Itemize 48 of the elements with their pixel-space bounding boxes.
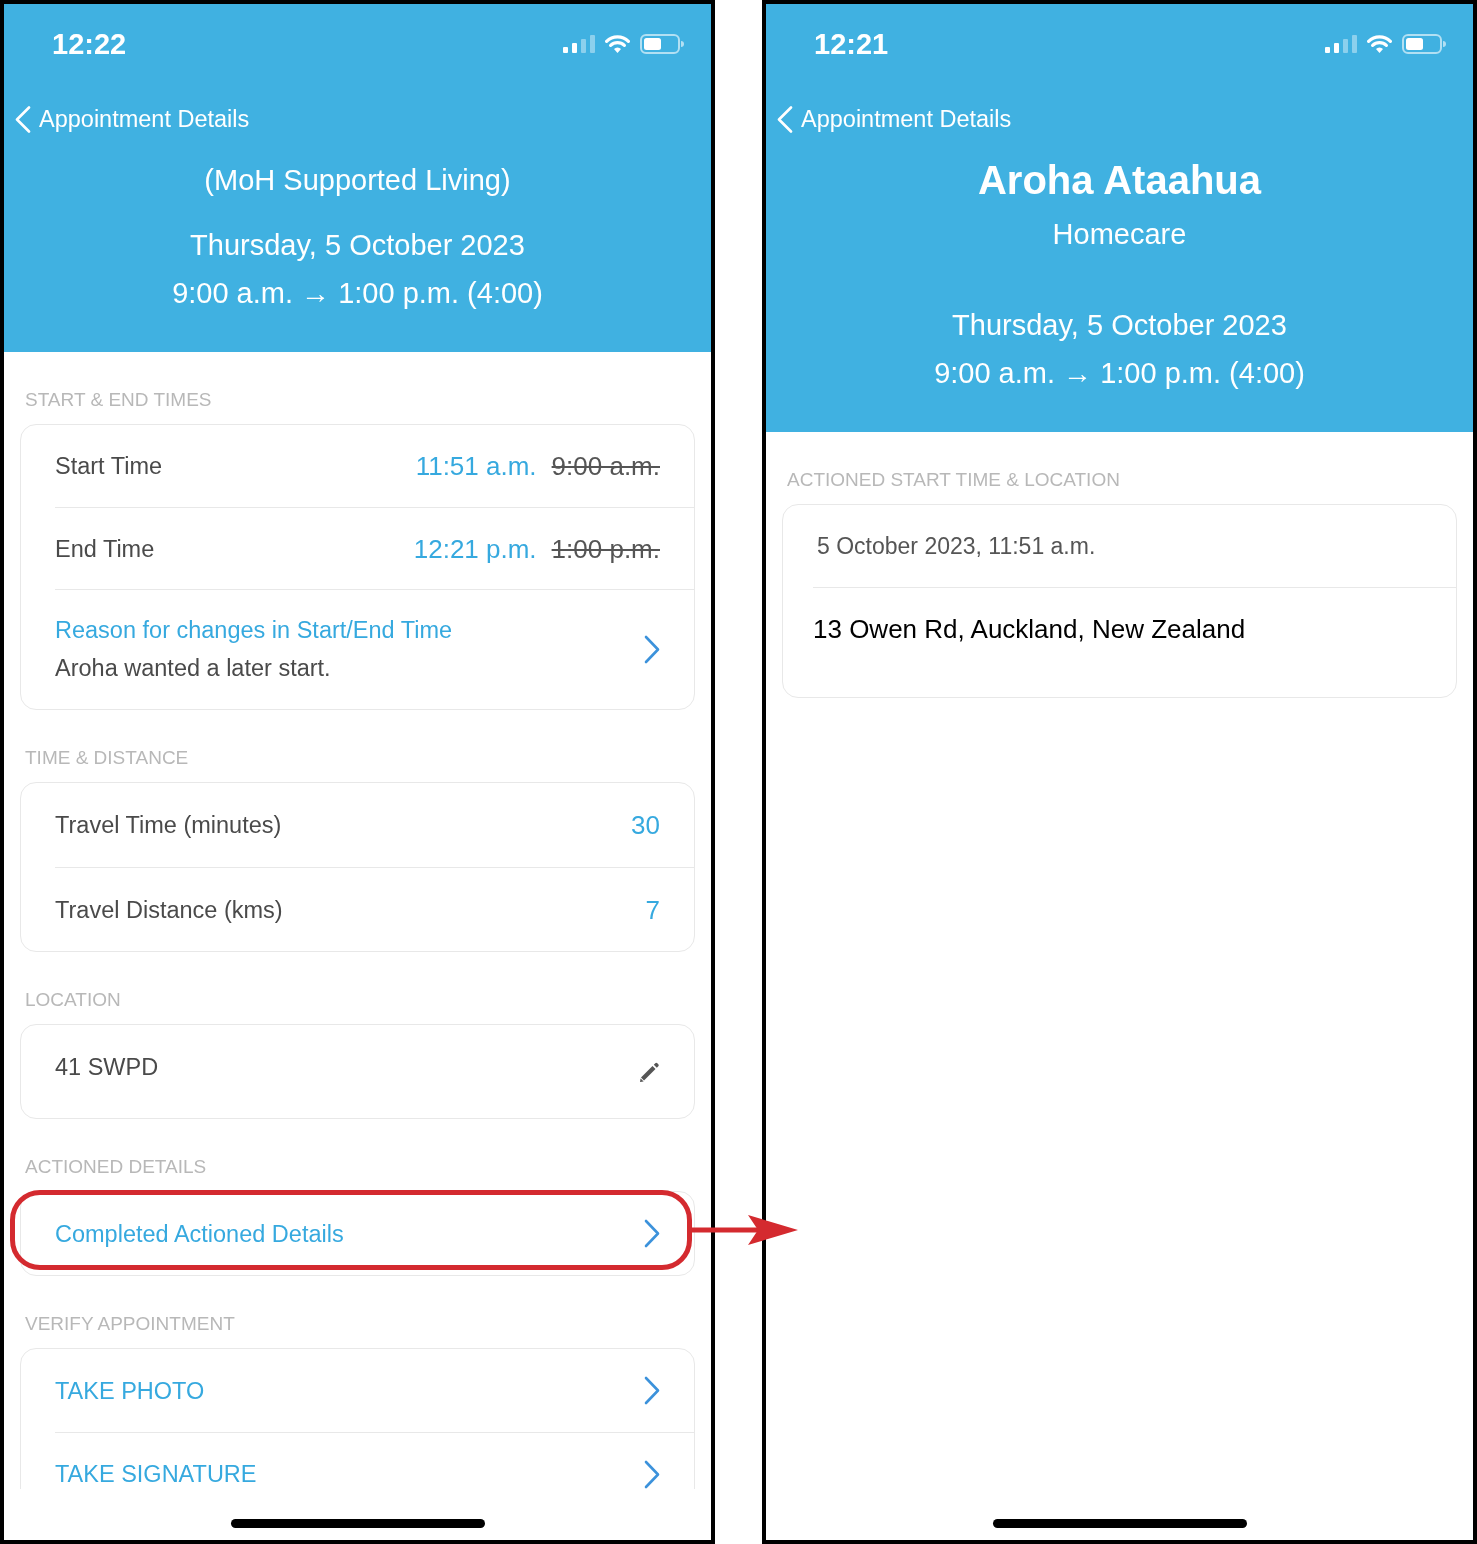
chevron-left-icon: [15, 105, 31, 133]
actual-time: 11:51 a.m.: [415, 450, 537, 482]
status-time: 12:22: [52, 28, 127, 60]
field-label: End Time: [55, 534, 155, 564]
section-heading: VERIFY APPOINTMENT: [25, 1312, 235, 1336]
signal-icon: [563, 35, 595, 53]
signal-icon: [1325, 35, 1357, 53]
battery-icon: [640, 34, 684, 54]
header-subtitle: (MoH Supported Living): [204, 163, 511, 198]
battery-icon: [1402, 34, 1446, 54]
chevron-right-icon: [644, 1376, 660, 1405]
chevron-right-icon: [644, 1459, 660, 1489]
back-button[interactable]: Appointment Details: [15, 104, 250, 134]
header-subtitle: Homecare: [1052, 217, 1187, 252]
link-row[interactable]: TAKE PHOTO: [55, 1349, 694, 1432]
wifi-icon: [1367, 35, 1392, 53]
link-row[interactable]: Completed Actioned Details: [55, 1192, 694, 1275]
back-button[interactable]: Appointment Details: [777, 104, 1012, 134]
header-title: Aroha Ataahua: [978, 157, 1261, 204]
status-time: 12:21: [814, 28, 889, 60]
scheduled-time: 1:00 p.m.: [551, 532, 660, 565]
pencil-icon[interactable]: [638, 1060, 660, 1083]
field-label: Travel Time (minutes): [55, 811, 282, 840]
section-heading: START & END TIMES: [25, 388, 212, 412]
section-heading: ACTIONED START TIME & LOCATION: [787, 468, 1120, 492]
date-time-text: 5 October 2023, 11:51 a.m.: [817, 532, 1096, 561]
location-text: 41 SWPD: [55, 1052, 159, 1082]
wifi-icon: [605, 35, 630, 53]
scheduled-time: 9:00 a.m.: [551, 450, 660, 482]
chevron-right-icon: [644, 635, 660, 664]
chevron-left-icon: [777, 105, 793, 133]
note-text: Aroha wanted a later start.: [55, 654, 331, 683]
field-value: 7: [645, 893, 660, 926]
field-label: Start Time: [55, 452, 163, 481]
section-heading: LOCATION: [25, 988, 121, 1012]
appointment-time-range: 9:00 a.m. → 1:00 p.m. (4:00): [934, 356, 1305, 391]
section-heading: TIME & DISTANCE: [25, 746, 189, 770]
appointment-date: Thursday, 5 October 2023: [190, 228, 525, 263]
field-label: Travel Distance (kms): [55, 895, 283, 925]
chevron-right-icon: [644, 1219, 660, 1248]
address-text: 13 Owen Rd, Auckland, New Zealand: [813, 613, 1246, 646]
actual-time: 12:21 p.m.: [413, 532, 537, 565]
section-heading: ACTIONED DETAILS: [25, 1155, 207, 1179]
field-value: 30: [631, 809, 660, 841]
appointment-date: Thursday, 5 October 2023: [952, 308, 1287, 343]
link-row[interactable]: TAKE SIGNATURE: [55, 1432, 694, 1489]
appointment-time-range: 9:00 a.m. → 1:00 p.m. (4:00): [172, 276, 543, 311]
link-row[interactable]: Reason for changes in Start/End Time Aroha wanted a later start.: [55, 589, 694, 709]
